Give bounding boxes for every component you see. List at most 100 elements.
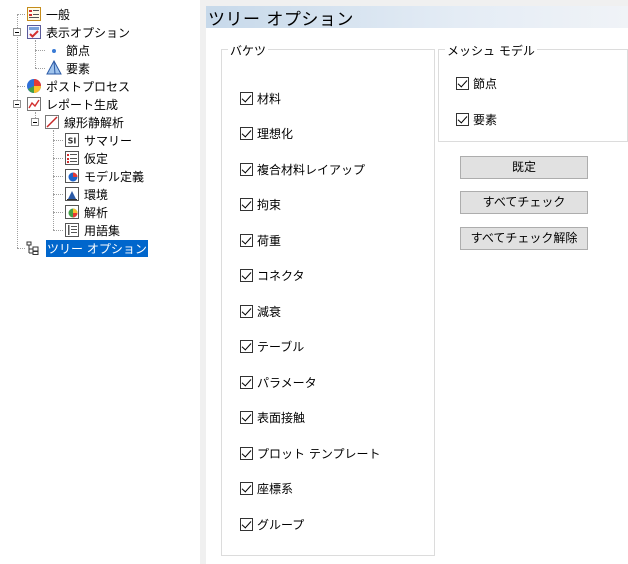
bucket-checkbox[interactable] [240,446,253,460]
bucket-checkbox-label: パラメータ [257,375,317,390]
mesh-checkbox-label: 節点 [473,76,498,91]
bucket-checkbox-label: コネクタ [257,269,305,283]
mesh-elements-checkbox[interactable] [456,112,469,126]
element-tetra-icon [46,60,62,76]
tree-item-display-options[interactable]: 表示オプション [26,23,130,41]
tree-item-glossary[interactable]: 用語集 [64,221,120,239]
tree-item-post-process[interactable]: ポストプロセス [26,77,130,95]
bucket-checkbox-row[interactable]: コネクタ [240,268,305,284]
node-dot-icon [46,42,62,58]
tree-item-label: 一般 [46,7,71,22]
tree-item-environment[interactable]: 環境 [64,185,108,203]
tree-options-icon [26,240,42,256]
tree-item-label: モデル定義 [84,169,145,184]
svg-text:SI: SI [68,137,77,146]
panel-body: バケツ 材料 理想化 複合材料レイアップ 拘束 荷重 コネクタ 減衰 テーブル … [206,28,628,564]
bucket-checkbox[interactable] [240,304,253,318]
tree-item-linear-static[interactable]: 線形静解析 [44,113,124,131]
bucket-checkbox-label: 減衰 [257,304,282,319]
tree-item-label: 節点 [66,43,91,58]
tree-item-model-definition[interactable]: モデル定義 [64,167,144,185]
tree-item-elements[interactable]: 要素 [46,59,90,77]
collapse-display-options-toggle[interactable] [13,28,21,36]
bucket-checkbox[interactable] [240,127,253,140]
tree-item-label: レポート生成 [46,97,119,112]
tree-item-label: 用語集 [84,223,121,238]
assumptions-icon [64,150,80,166]
buckets-group-legend: バケツ [228,42,269,59]
bucket-checkbox-row[interactable]: 拘束 [240,197,281,213]
tree-item-label: 環境 [84,187,109,202]
bucket-checkbox[interactable] [240,375,253,389]
tree-item-label: 表示オプション [46,25,131,40]
bucket-checkbox-row[interactable]: 理想化 [240,126,293,142]
linear-static-icon [44,114,60,130]
tree-item-label: サマリー [84,133,133,148]
buckets-group: バケツ 材料 理想化 複合材料レイアップ 拘束 荷重 コネクタ 減衰 テーブル … [221,42,435,556]
tree-item-label: ポストプロセス [46,79,131,94]
bucket-checkbox[interactable] [240,269,253,282]
bucket-checkbox[interactable] [240,482,253,495]
bucket-checkbox-label: プロット テンプレート [257,446,381,461]
mesh-checkbox-label: 要素 [473,112,498,127]
bucket-checkbox-row[interactable]: 表面接触 [240,410,305,426]
bucket-checkbox[interactable] [240,233,253,247]
check-all-button[interactable]: すべてチェック [460,191,588,214]
tree-item-label: 仮定 [84,151,109,166]
bucket-checkbox-row[interactable]: テーブル [240,339,304,355]
bucket-checkbox-row[interactable]: 座標系 [240,481,293,497]
mesh-nodes-checkbox[interactable] [456,76,469,90]
default-button[interactable]: 既定 [460,156,588,179]
tree-item-label: 解析 [84,205,109,220]
uncheck-all-button[interactable]: すべてチェック解除 [460,227,588,250]
bucket-checkbox-label: グループ [257,517,305,532]
bucket-checkbox-label: 材料 [257,91,282,106]
bucket-checkbox-row[interactable]: 減衰 [240,303,281,319]
bucket-checkbox[interactable] [240,517,253,531]
bucket-checkbox[interactable] [240,411,253,424]
mesh-checkbox-row[interactable]: 要素 [456,111,497,127]
tree-item-summary[interactable]: SI サマリー [64,131,132,149]
mesh-model-group-legend: メッシュ モデル [445,42,537,59]
tree-item-general[interactable]: 一般 [26,5,70,23]
tree-item-tree-options[interactable]: ツリー オプション [26,238,149,258]
mesh-model-group: メッシュ モデル 節点 要素 [438,42,628,142]
bucket-checkbox-row[interactable]: プロット テンプレート [240,445,380,461]
analysis-icon [64,204,80,220]
bucket-checkbox[interactable] [240,198,253,211]
panel-header: ツリー オプション [206,6,628,30]
bucket-checkbox-label: 拘束 [257,198,282,212]
bucket-checkbox-row[interactable]: グループ [240,516,304,532]
panel-title: ツリー オプション [208,9,354,30]
post-process-icon [26,78,42,94]
bucket-checkbox-label: 理想化 [257,127,294,141]
tree-item-nodes[interactable]: 節点 [46,41,90,59]
tree-item-analysis[interactable]: 解析 [64,203,108,221]
bucket-checkbox-row[interactable]: パラメータ [240,374,317,390]
tree-item-report[interactable]: レポート生成 [26,95,118,113]
collapse-linear-static-toggle[interactable] [31,118,39,126]
display-options-icon [26,24,42,40]
bucket-checkbox-label: 複合材料レイアップ [257,162,366,177]
bucket-checkbox-row[interactable]: 荷重 [240,232,281,248]
glossary-icon [64,222,80,238]
collapse-report-toggle[interactable] [13,100,21,108]
tree-item-label: 要素 [66,61,91,76]
environment-icon [64,186,80,202]
model-definition-icon [64,168,80,184]
bucket-checkbox-label: テーブル [257,340,305,354]
report-icon [26,96,42,112]
bucket-checkbox-row[interactable]: 材料 [240,90,281,106]
bucket-checkbox-label: 座標系 [257,482,294,496]
summary-icon: SI [64,132,80,148]
bucket-checkbox-label: 荷重 [257,233,282,248]
bucket-checkbox-label: 表面接触 [257,411,306,425]
bucket-checkbox-row[interactable]: 複合材料レイアップ [240,161,365,177]
bucket-checkbox[interactable] [240,162,253,176]
navigation-tree: 一般 表示オプション 節点 要素 ポストプロセス レポート生成 線形静解析 SI… [0,0,200,564]
mesh-checkbox-row[interactable]: 節点 [456,75,497,91]
bucket-checkbox[interactable] [240,91,253,105]
general-settings-icon [26,6,42,22]
bucket-checkbox[interactable] [240,340,253,353]
tree-item-assumptions[interactable]: 仮定 [64,149,108,167]
